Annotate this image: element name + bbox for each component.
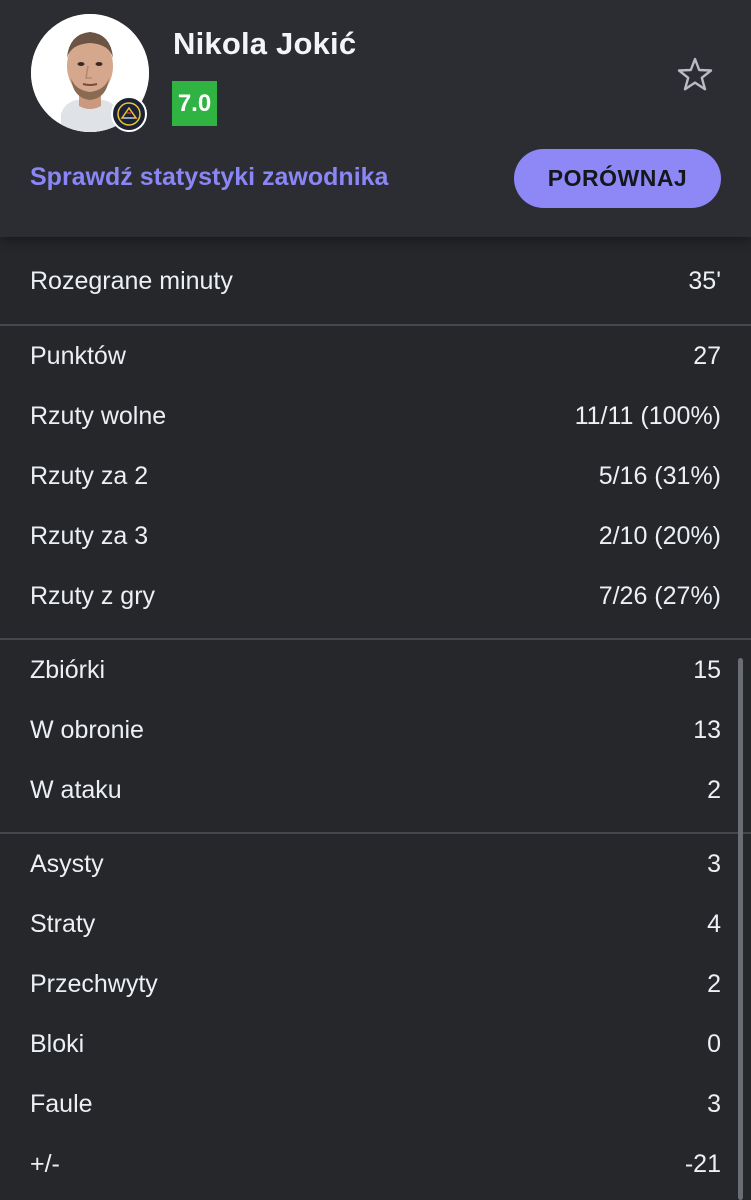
stat-value: 5/16 (31%)	[598, 462, 721, 490]
stat-value: 2/10 (20%)	[598, 522, 721, 550]
stat-label: Asysty	[30, 850, 104, 878]
stat-value: 13	[693, 716, 721, 744]
stat-value: 3	[707, 1090, 721, 1118]
favorite-star-icon[interactable]	[674, 54, 716, 96]
stat-row-field-goals: Rzuty z gry 7/26 (27%)	[0, 566, 751, 626]
stat-row-rebounds: Zbiórki 15	[0, 640, 751, 700]
player-name: Nikola Jokić	[173, 26, 357, 61]
stat-value: 2	[707, 776, 721, 804]
stat-value: 11/11 (100%)	[574, 402, 721, 430]
stat-label: Rzuty za 3	[30, 522, 149, 550]
stat-row-free-throws: Rzuty wolne 11/11 (100%)	[0, 386, 751, 446]
stat-label: W obronie	[30, 716, 144, 744]
player-stats-list: Rozegrane minuty 35' Punktów 27 Rzuty wo…	[0, 237, 751, 1200]
stat-label: Bloki	[30, 1030, 85, 1058]
stat-label: Straty	[30, 910, 96, 938]
stat-row-points: Punktów 27	[0, 326, 751, 386]
stat-label: Przechwyty	[30, 970, 158, 998]
player-header: Nikola Jokić 7.0 Sprawdź statystyki zawo…	[0, 0, 751, 237]
stat-label: +/-	[30, 1150, 60, 1178]
stat-value: -21	[684, 1150, 721, 1178]
stat-row-plus-minus: +/- -21	[0, 1134, 751, 1194]
stat-value: 15	[693, 656, 721, 684]
team-logo-icon	[111, 96, 147, 132]
stat-label: Faule	[30, 1090, 93, 1118]
stat-label: Zbiórki	[30, 656, 106, 684]
stat-row-offensive-rebounds: W ataku 2	[0, 760, 751, 820]
stat-value: 2	[707, 970, 721, 998]
stat-label: Rzuty wolne	[30, 402, 167, 430]
scrollbar[interactable]	[738, 658, 743, 1200]
stat-row-three-pointers: Rzuty za 3 2/10 (20%)	[0, 506, 751, 566]
player-stats-link[interactable]: Sprawdź statystyki zawodnika	[30, 163, 388, 192]
stat-label: Rzuty z gry	[30, 582, 156, 610]
stat-row-defensive-rebounds: W obronie 13	[0, 700, 751, 760]
stat-value: 3	[707, 850, 721, 878]
stat-row-assists: Asysty 3	[0, 834, 751, 894]
stat-row-steals: Przechwyty 2	[0, 954, 751, 1014]
stat-label: Rzuty za 2	[30, 462, 149, 490]
stat-value: 35'	[688, 267, 721, 295]
stat-value: 27	[693, 342, 721, 370]
stat-label: Rozegrane minuty	[30, 267, 233, 295]
stat-value: 7/26 (27%)	[598, 582, 721, 610]
stat-row-blocks: Bloki 0	[0, 1014, 751, 1074]
compare-button[interactable]: PORÓWNAJ	[514, 149, 721, 208]
stat-value: 4	[707, 910, 721, 938]
stat-row-two-pointers: Rzuty za 2 5/16 (31%)	[0, 446, 751, 506]
stat-row-turnovers: Straty 4	[0, 894, 751, 954]
stat-row-fouls: Faule 3	[0, 1074, 751, 1134]
stat-row-minutes: Rozegrane minuty 35'	[0, 251, 751, 311]
stat-value: 0	[707, 1030, 721, 1058]
player-rating-badge: 7.0	[172, 81, 217, 126]
stat-label: W ataku	[30, 776, 122, 804]
stat-label: Punktów	[30, 342, 126, 370]
